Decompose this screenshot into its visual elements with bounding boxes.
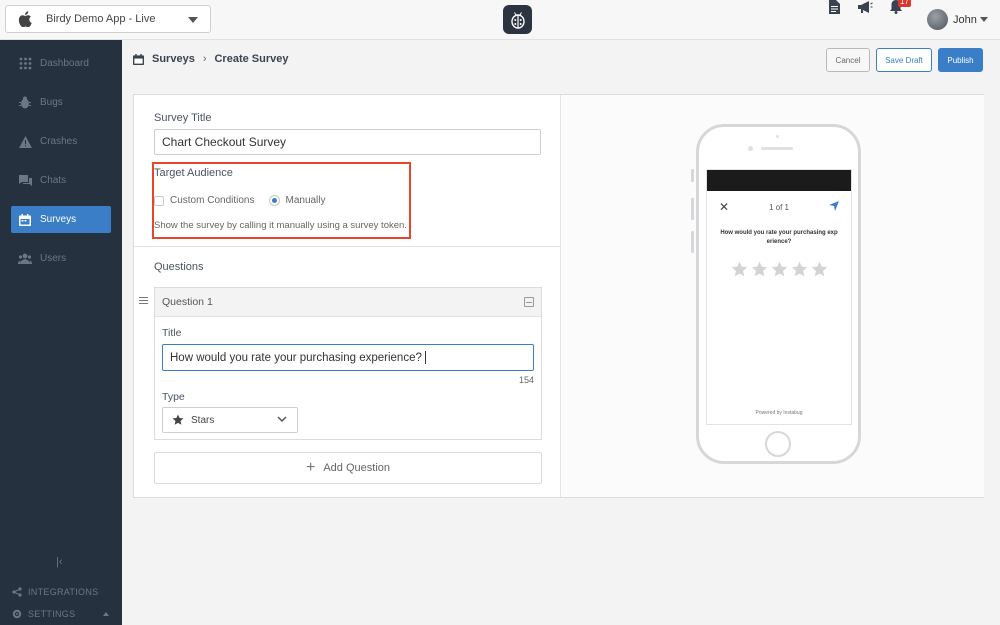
question-type-label: Type: [162, 391, 185, 403]
sidebar-settings[interactable]: SETTINGS: [12, 609, 112, 619]
chevron-right-icon: ›: [202, 53, 207, 65]
sidebar-item-bugs[interactable]: Bugs: [11, 89, 111, 116]
warning-icon: [18, 135, 32, 149]
users-icon: [18, 252, 32, 266]
bug-icon: [18, 96, 32, 110]
question-header[interactable]: Question 1: [155, 288, 541, 317]
integrations-label: INTEGRATIONS: [28, 587, 99, 597]
question-type-select[interactable]: Stars: [162, 407, 298, 433]
manually-radio[interactable]: [269, 195, 281, 206]
section-divider: [134, 246, 561, 247]
questions-label: Questions: [154, 261, 204, 273]
breadcrumb: Surveys › Create Survey: [133, 53, 288, 65]
phone-sensor: [776, 135, 779, 138]
calendar-icon: [133, 53, 144, 65]
manually-label[interactable]: Manually: [285, 195, 325, 206]
sidebar-item-users[interactable]: Users: [11, 245, 111, 272]
sidebar-item-crashes[interactable]: Crashes: [11, 128, 111, 155]
grid-icon: [18, 57, 32, 71]
collapse-sidebar-icon[interactable]: |‹: [56, 556, 63, 568]
send-icon: [829, 201, 839, 211]
powered-by-label: Powered by Instabug: [755, 410, 803, 416]
text-cursor: [424, 351, 426, 364]
plus-icon: +: [306, 459, 316, 476]
cancel-button[interactable]: Cancel: [826, 48, 870, 72]
sidebar-item-label: Surveys: [40, 214, 77, 225]
chevron-down-icon: [277, 416, 287, 423]
phone-speaker: [761, 147, 793, 150]
star-icon: [791, 261, 808, 278]
sidebar-item-label: Bugs: [40, 97, 63, 108]
phone-camera: [748, 146, 753, 151]
question-title-value: How would you rate your purchasing exper…: [170, 351, 422, 364]
avatar[interactable]: [927, 9, 948, 30]
survey-editor-card: Survey Title Chart Checkout Survey Targe…: [133, 94, 984, 498]
sidebar: Dashboard Bugs Crashes Chats Surveys Use…: [0, 40, 122, 625]
save-draft-button[interactable]: Save Draft: [876, 48, 932, 72]
sidebar-item-surveys[interactable]: Surveys: [11, 206, 111, 233]
app-selector-dropdown[interactable]: Birdy Demo App - Live: [5, 5, 211, 33]
phone-side-button: [691, 231, 694, 253]
calendar-icon: [18, 213, 32, 227]
settings-label: SETTINGS: [28, 609, 76, 619]
document-icon[interactable]: [829, 0, 840, 14]
drag-handle-icon[interactable]: [139, 297, 148, 306]
chat-icon: [18, 174, 32, 188]
preview-question: How would you rate your purchasing exp e…: [720, 230, 838, 245]
survey-form-pane: Survey Title Chart Checkout Survey Targe…: [134, 95, 561, 497]
custom-conditions-label[interactable]: Custom Conditions: [170, 195, 254, 206]
target-audience-options: Custom Conditions Manually: [154, 195, 326, 206]
phone-mockup: ✕ 1 of 1 How would you rate your purchas…: [696, 124, 861, 464]
ladybug-logo-icon[interactable]: [503, 5, 532, 34]
phone-side-button: [691, 198, 694, 220]
phone-home-button: [765, 431, 791, 457]
caret-down-icon[interactable]: [980, 17, 988, 22]
question-title-label: Title: [162, 327, 182, 339]
phone-side-button: [691, 169, 694, 182]
sidebar-item-dashboard[interactable]: Dashboard: [11, 50, 111, 77]
star-icon: [751, 261, 768, 278]
top-bar: Birdy Demo App - Live 17 John: [0, 0, 1000, 40]
add-question-label: Add Question: [323, 462, 390, 474]
survey-preview-pane: ✕ 1 of 1 How would you rate your purchas…: [562, 95, 984, 497]
sidebar-item-label: Crashes: [40, 136, 78, 147]
question-card: Question 1 Title How would you rate your…: [154, 287, 542, 440]
app-selector-label: Birdy Demo App - Live: [46, 13, 156, 25]
star-icon: [811, 261, 828, 278]
question-header-label: Question 1: [162, 296, 213, 308]
megaphone-icon[interactable]: [857, 0, 873, 14]
preview-star-rating: [707, 261, 851, 278]
notification-count-badge: 17: [898, 0, 911, 7]
survey-title-input[interactable]: Chart Checkout Survey: [154, 129, 541, 155]
sidebar-item-label: Users: [40, 253, 67, 264]
notifications-bell-icon[interactable]: 17: [890, 0, 911, 16]
apple-icon: [18, 11, 32, 27]
caret-up-icon: [103, 612, 109, 616]
custom-conditions-checkbox[interactable]: [154, 195, 164, 206]
star-icon: [172, 414, 184, 425]
publish-button[interactable]: Publish: [938, 48, 983, 72]
survey-title-label: Survey Title: [154, 112, 212, 124]
caret-down-icon: [188, 17, 198, 23]
share-icon: [12, 587, 22, 597]
question-type-value: Stars: [191, 414, 215, 426]
question-title-input[interactable]: How would you rate your purchasing exper…: [162, 344, 534, 371]
sidebar-integrations[interactable]: INTEGRATIONS: [12, 587, 98, 597]
breadcrumb-parent[interactable]: Surveys: [152, 53, 195, 65]
sidebar-item-label: Dashboard: [40, 58, 89, 69]
target-audience-hint: Show the survey by calling it manually u…: [154, 220, 407, 231]
target-audience-label: Target Audience: [154, 167, 233, 179]
sidebar-item-label: Chats: [40, 175, 67, 186]
character-count: 154: [518, 375, 534, 385]
phone-screen: ✕ 1 of 1 How would you rate your purchas…: [706, 169, 852, 425]
collapse-question-icon[interactable]: [524, 297, 534, 307]
breadcrumb-current: Create Survey: [214, 53, 289, 65]
star-icon: [771, 261, 788, 278]
phone-status-bar: [707, 170, 851, 191]
sidebar-item-chats[interactable]: Chats: [11, 167, 111, 194]
gear-icon: [12, 609, 22, 619]
add-question-button[interactable]: + Add Question: [154, 452, 542, 484]
user-name[interactable]: John: [953, 14, 977, 26]
star-icon: [731, 261, 748, 278]
